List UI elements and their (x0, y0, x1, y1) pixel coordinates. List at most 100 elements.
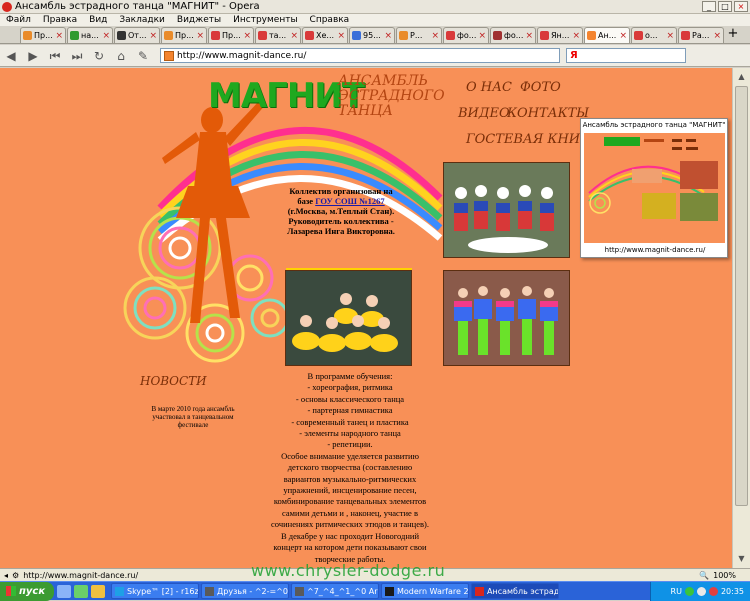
menu-item[interactable]: Инструменты (227, 15, 303, 25)
title-bar[interactable]: Ансамбль эстрадного танца "МАГНИТ" - Ope… (0, 0, 750, 14)
browser-tab[interactable]: Ан... × (584, 27, 630, 43)
dance-photo-green[interactable] (443, 270, 570, 366)
scroll-up-icon[interactable]: ▲ (735, 70, 748, 84)
tab-close-icon[interactable]: × (572, 31, 580, 41)
browser-tab[interactable]: От... × (114, 27, 160, 43)
browser-tab[interactable]: фо... × (443, 27, 489, 43)
taskbar-button[interactable]: Skype™ [2] - r16zmey (111, 583, 199, 599)
quicklaunch-ie-icon[interactable] (57, 584, 71, 598)
panel-toggle-icon[interactable]: ◂ (4, 571, 8, 580)
start-button[interactable]: пуск (0, 581, 54, 601)
browser-tab[interactable]: 95... × (349, 27, 395, 43)
tab-close-icon[interactable]: × (196, 31, 204, 41)
tray-skype-icon[interactable] (684, 586, 694, 596)
search-engine-icon: Я (570, 50, 578, 61)
browser-tab[interactable]: на... × (67, 27, 113, 43)
task-label: Modern Warfare 2 (397, 586, 469, 596)
menu-bar: Файл Правка Вид Закладки Виджеты Инструменты С… (0, 14, 750, 26)
browser-tab[interactable]: Ра... × (678, 27, 724, 43)
rewind-icon[interactable]: ⏮ (44, 47, 66, 65)
tab-close-icon[interactable]: × (478, 31, 486, 41)
site-subtitle: АНСАМБЛЬ ЭСТРАДНОГО ТАНЦА (338, 73, 445, 119)
zoom-level[interactable]: 100% (713, 571, 736, 580)
menu-item[interactable]: Виджеты (171, 15, 227, 25)
browser-tab[interactable]: Пр... × (208, 27, 254, 43)
tab-preview-popup[interactable]: Ансамбль эстрадного танца "МАГНИТ" http:… (580, 118, 728, 258)
vertical-scrollbar[interactable]: ▲ ▼ (732, 68, 750, 568)
task-app-icon (205, 586, 214, 596)
zoom-icon[interactable]: 🔍 (699, 571, 709, 580)
dance-photo-yellow[interactable] (285, 270, 412, 366)
tab-close-icon[interactable]: × (337, 31, 345, 41)
tab-label: Ян... (551, 31, 570, 40)
browser-tab[interactable]: Хе... × (302, 27, 348, 43)
tab-label: Пр... (222, 31, 241, 40)
news-heading[interactable]: НОВОСТИ (140, 374, 207, 388)
program-line: - хореография, ритмика (307, 382, 393, 393)
taskbar-button[interactable]: ^7_^4_^1_^0 Arleki... (291, 583, 379, 599)
quicklaunch-desktop-icon[interactable] (74, 584, 88, 598)
menu-item[interactable]: Правка (37, 15, 83, 25)
nav-guestbook[interactable]: ГОСТЕВАЯ КНИГА (466, 132, 599, 147)
browser-tab[interactable]: о... × (631, 27, 677, 43)
wand-icon[interactable]: ✎ (132, 47, 154, 65)
taskbar-button[interactable]: Modern Warfare 2 (381, 583, 469, 599)
reload-icon[interactable]: ↻ (88, 47, 110, 65)
school-link[interactable]: ГОУ СОШ №1267 (315, 196, 384, 206)
browser-tab[interactable]: фо... × (490, 27, 536, 43)
menu-item[interactable]: Закладки (113, 15, 171, 25)
tab-close-icon[interactable]: × (290, 31, 298, 41)
taskbar-button[interactable]: Ансамбль эстрадног... (471, 583, 559, 599)
browser-tab[interactable]: Р... × (396, 27, 442, 43)
taskbar-button[interactable]: Друзья - ^2-=^0EK... (201, 583, 289, 599)
search-field[interactable]: Я (566, 48, 686, 63)
forward-icon[interactable]: ▶ (22, 47, 44, 65)
close-window-button[interactable]: × (734, 1, 748, 12)
web-page: МАГНИТ АНСАМБЛЬ ЭСТРАДНОГО ТАНЦА О НАС Ф… (0, 68, 732, 568)
address-url[interactable]: http://www.magnit-dance.ru/ (177, 51, 306, 61)
dance-photo-costumes[interactable] (443, 162, 570, 258)
new-tab-button[interactable]: + (725, 27, 741, 43)
tray-opera-icon[interactable] (708, 586, 718, 596)
fast-forward-icon[interactable]: ⏭ (66, 47, 88, 65)
window-title: Ансамбль эстрадного танца "МАГНИТ" - Ope… (15, 1, 260, 12)
gear-icon[interactable]: ⚙ (12, 571, 19, 580)
back-icon[interactable]: ◀ (0, 47, 22, 65)
watermark: www.chrysler-dodge.ru (251, 561, 446, 580)
tray-volume-icon[interactable] (696, 586, 706, 596)
clock: 20:35 (720, 586, 744, 596)
tab-close-icon[interactable]: × (666, 31, 674, 41)
scroll-thumb[interactable] (735, 86, 748, 506)
browser-tab[interactable]: Ян... × (537, 27, 583, 43)
browser-tab[interactable]: Пр... × (20, 27, 66, 43)
tab-label: Пр... (175, 31, 194, 40)
menu-item[interactable]: Файл (0, 15, 37, 25)
address-bar[interactable]: http://www.magnit-dance.ru/ (160, 48, 560, 63)
browser-tab[interactable]: та... × (255, 27, 301, 43)
menu-item[interactable]: Вид (83, 15, 113, 25)
windows-flag-icon (6, 586, 16, 596)
scroll-down-icon[interactable]: ▼ (735, 552, 748, 566)
quicklaunch-media-icon[interactable] (91, 584, 105, 598)
tab-close-icon[interactable]: × (713, 31, 721, 41)
language-indicator[interactable]: RU (671, 587, 682, 596)
site-favicon-icon (164, 50, 174, 61)
tab-close-icon[interactable]: × (525, 31, 533, 41)
nav-photo[interactable]: ФОТО (520, 80, 561, 95)
browser-tab[interactable]: Пр... × (161, 27, 207, 43)
tab-close-icon[interactable]: × (619, 31, 627, 41)
maximize-button[interactable]: □ (718, 1, 732, 12)
nav-about[interactable]: О НАС (466, 80, 512, 95)
tab-close-icon[interactable]: × (102, 31, 110, 41)
tab-close-icon[interactable]: × (149, 31, 157, 41)
nav-video[interactable]: ВИДЕО (458, 106, 510, 121)
tab-close-icon[interactable]: × (431, 31, 439, 41)
tab-label: та... (269, 31, 287, 40)
minimize-button[interactable]: _ (702, 1, 716, 12)
nav-contacts[interactable]: КОНТАКТЫ (507, 106, 589, 121)
tab-close-icon[interactable]: × (55, 31, 63, 41)
tab-close-icon[interactable]: × (384, 31, 392, 41)
home-icon[interactable]: ⌂ (110, 47, 132, 65)
tab-close-icon[interactable]: × (243, 31, 251, 41)
menu-item[interactable]: Справка (304, 15, 356, 25)
